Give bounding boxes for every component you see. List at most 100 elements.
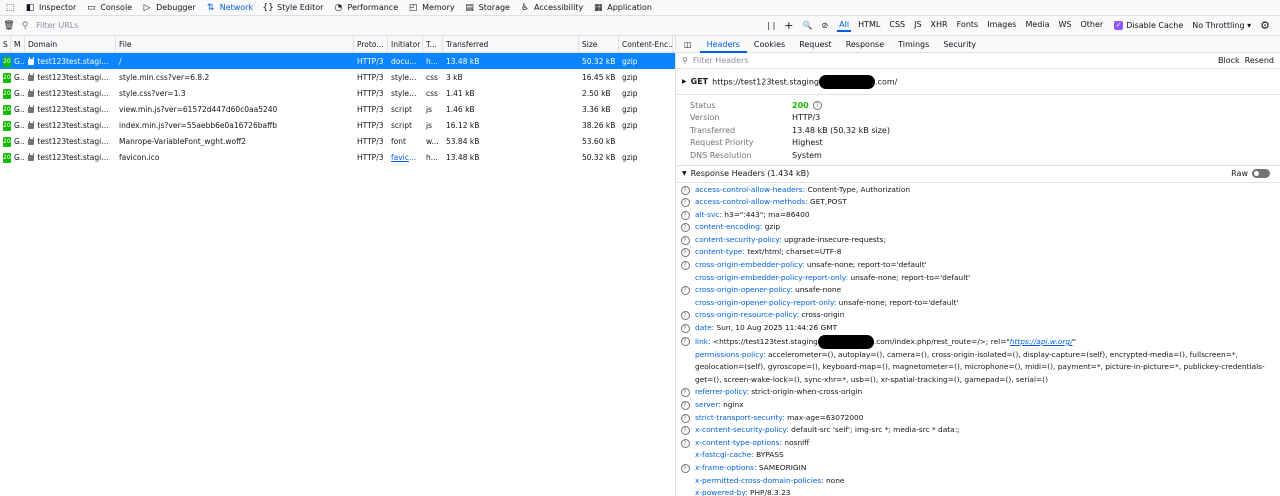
filter-type-xhr[interactable]: XHR	[929, 19, 950, 32]
help-icon[interactable]: ?	[680, 438, 690, 448]
filter-type-js[interactable]: JS	[912, 19, 923, 32]
help-icon[interactable]: ?	[680, 235, 690, 245]
table-row[interactable]: 200GETtest123test.staging....index.min.j…	[0, 117, 675, 133]
table-row[interactable]: 200GETtest123test.staging....view.min.js…	[0, 101, 675, 117]
column-header[interactable]: S	[0, 36, 11, 52]
disable-cache-checkbox[interactable]: ✓ Disable Cache	[1114, 21, 1183, 30]
help-icon[interactable]: ?	[680, 261, 690, 271]
header-row[interactable]: ? content-encoding: gzip	[676, 221, 1280, 234]
header-row[interactable]: ? referrer-policy: strict-origin-when-cro…	[676, 386, 1280, 399]
add-icon[interactable]: +	[784, 19, 793, 32]
header-row[interactable]: ? server: nginx	[676, 399, 1280, 412]
help-icon[interactable]: ?	[812, 100, 822, 110]
table-row[interactable]: 200GETtest123test.staging..../ HTTP/3 docu…	[0, 53, 675, 69]
filter-type-html[interactable]: HTML	[856, 19, 882, 32]
tab-inspector[interactable]: ◧ Inspector	[20, 0, 81, 16]
filter-type-other[interactable]: Other	[1078, 19, 1105, 32]
header-row[interactable]: cross-origin-embedder-policy-report-only…	[676, 272, 1280, 285]
tab-security[interactable]: Security	[936, 36, 983, 53]
header-row[interactable]: x-fastcgi-cache: BYPASS	[676, 449, 1280, 462]
tab-request[interactable]: Request	[792, 36, 839, 53]
help-icon[interactable]: ?	[680, 426, 690, 436]
header-row[interactable]: ? strict-transport-security: max-age=6307…	[676, 412, 1280, 425]
help-icon[interactable]: ?	[680, 311, 690, 321]
help-icon[interactable]: ?	[680, 286, 690, 296]
panel-toggle-icon[interactable]: ◫	[676, 40, 700, 49]
help-icon[interactable]: ?	[680, 463, 690, 473]
column-header[interactable]: M	[11, 36, 25, 52]
help-icon[interactable]: ?	[680, 401, 690, 410]
column-header[interactable]: Proto...	[354, 36, 388, 52]
tab-accessibility[interactable]: ♿ Accessibility	[515, 0, 588, 16]
tab-style-editor[interactable]: {} Style Editor	[258, 0, 328, 16]
tab-console[interactable]: ▭ Console	[81, 0, 137, 16]
pause-icon[interactable]: | |	[767, 21, 775, 30]
tab-application[interactable]: ▦ Application	[588, 0, 657, 16]
header-row[interactable]: permissions-policy: accelerometer=(), au…	[676, 349, 1280, 387]
header-row[interactable]: cross-origin-opener-policy-report-only: …	[676, 297, 1280, 310]
tab-response[interactable]: Response	[839, 36, 891, 53]
block-button[interactable]: Block	[1218, 56, 1240, 65]
column-header[interactable]: Content-Enc...	[619, 36, 673, 52]
column-header[interactable]: Size	[579, 36, 619, 52]
help-icon[interactable]: ?	[680, 336, 690, 346]
help-icon[interactable]: ?	[680, 413, 690, 423]
header-row[interactable]: ? cross-origin-resource-policy: cross-ori…	[676, 309, 1280, 322]
help-icon[interactable]: ?	[680, 198, 690, 208]
column-header[interactable]: File	[116, 36, 354, 52]
help-icon[interactable]: ?	[680, 210, 690, 220]
header-row[interactable]: ? x-content-type-options: nosniff	[676, 437, 1280, 450]
trash-icon[interactable]: 🗑	[3, 21, 14, 31]
pick-element-button[interactable]: ⬚	[0, 0, 20, 16]
header-row[interactable]: ? cross-origin-embedder-policy: unsafe-no…	[676, 259, 1280, 272]
header-row[interactable]: ? cross-origin-opener-policy: unsafe-none	[676, 284, 1280, 297]
column-header[interactable]: Transferred	[443, 36, 579, 52]
tab-network[interactable]: ⇅ Network	[201, 0, 258, 16]
header-row[interactable]: x-powered-by: PHP/8.3.23	[676, 487, 1280, 496]
search-icon[interactable]: 🔍	[803, 21, 813, 30]
header-row[interactable]: x-permitted-cross-domain-policies: none	[676, 475, 1280, 488]
tab-headers[interactable]: Headers	[699, 36, 747, 53]
table-row[interactable]: 200GETtest123test.staging....favicon.ico…	[0, 149, 675, 165]
help-icon[interactable]: ?	[680, 388, 690, 398]
tab-performance[interactable]: ◔ Performance	[328, 0, 403, 16]
filter-headers-input[interactable]: Filter Headers	[693, 56, 1213, 65]
header-row[interactable]: ? x-content-security-policy: default-src …	[676, 424, 1280, 437]
help-icon[interactable]: ?	[680, 324, 690, 334]
tab-memory[interactable]: ◰ Memory	[403, 0, 460, 16]
settings-gear-icon[interactable]: ⚙	[1260, 19, 1270, 32]
request-line[interactable]: ▶ GET https://test123test.staging .com/	[676, 69, 1280, 95]
header-row[interactable]: ? x-frame-options: SAMEORIGIN	[676, 462, 1280, 475]
header-row[interactable]: ? content-type: text/html; charset=UTF-8	[676, 246, 1280, 259]
header-row[interactable]: ? link: <https://test123test.staging .com/…	[676, 334, 1280, 349]
header-row[interactable]: ? access-control-allow-headers: Content-T…	[676, 184, 1280, 197]
tab-debugger[interactable]: ▷ Debugger	[137, 0, 201, 16]
help-icon[interactable]: ?	[680, 223, 690, 233]
throttling-select[interactable]: No Throttling ▾	[1192, 21, 1251, 30]
header-row[interactable]: ? access-control-allow-methods: GET,POST	[676, 196, 1280, 209]
response-headers-section[interactable]: ▼ Response Headers (1.434 kB) Raw	[676, 166, 1280, 183]
column-header[interactable]: Domain	[25, 36, 116, 52]
header-row[interactable]: ? content-security-policy: upgrade-insecu…	[676, 234, 1280, 247]
filter-type-all[interactable]: All	[837, 19, 852, 32]
tab-storage[interactable]: ▤ Storage	[460, 0, 515, 16]
filter-type-media[interactable]: Media	[1023, 19, 1051, 32]
link-url[interactable]: https://api.w.org/	[1010, 337, 1073, 346]
raw-toggle[interactable]	[1252, 169, 1270, 178]
table-row[interactable]: 200GETtest123test.staging....style.css?v…	[0, 85, 675, 101]
filter-type-images[interactable]: Images	[985, 19, 1018, 32]
resend-button[interactable]: Resend	[1245, 56, 1274, 65]
filter-type-css[interactable]: CSS	[887, 19, 907, 32]
filter-type-ws[interactable]: WS	[1056, 19, 1073, 32]
help-icon[interactable]: ?	[680, 248, 690, 258]
header-row[interactable]: ? date: Sun, 10 Aug 2025 11:44:26 GMT	[676, 322, 1280, 335]
filter-type-fonts[interactable]: Fonts	[955, 19, 981, 32]
header-row[interactable]: ? alt-svc: h3=":443"; ma=86400	[676, 209, 1280, 222]
help-icon[interactable]: ?	[680, 185, 690, 195]
column-header[interactable]: Initiator	[388, 36, 423, 52]
tab-timings[interactable]: Timings	[891, 36, 936, 53]
block-icon[interactable]: ⊘	[821, 21, 828, 30]
table-row[interactable]: 200GETtest123test.staging....Manrope-Var…	[0, 133, 675, 149]
filter-urls-input[interactable]: Filter URLs	[36, 21, 767, 30]
table-row[interactable]: 200GETtest123test.staging....style.min.c…	[0, 69, 675, 85]
